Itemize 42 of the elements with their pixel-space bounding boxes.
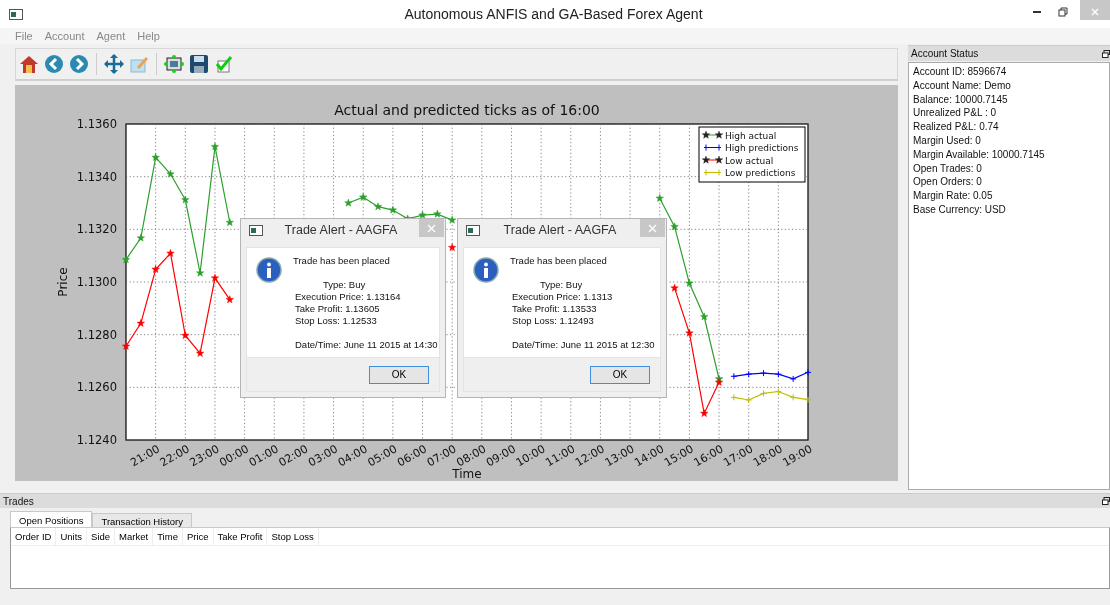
dialog-title: Trade Alert - AAGFA xyxy=(502,222,618,237)
detail-text: Execution Price: 1.13164 xyxy=(294,291,402,303)
dock-title: Account Status xyxy=(911,48,979,59)
legend-label: High predictions xyxy=(725,143,799,153)
y-tick-label: 1.1300 xyxy=(76,275,117,289)
y-tick-label: 1.1240 xyxy=(76,433,117,447)
account-info-text: Open Trades: 0 xyxy=(913,161,983,176)
account-info-text: Realized P&L: 0.74 xyxy=(913,120,1000,134)
chart-title: Actual and predicted ticks as of 16:00 xyxy=(334,102,600,118)
legend-label: Low actual xyxy=(725,155,774,166)
legend-label: High actual xyxy=(725,130,777,141)
detail-text: Type: Buy xyxy=(539,279,584,291)
dialog-title: Trade Alert - AAGFA xyxy=(283,222,399,237)
detail-text: Type: Buy xyxy=(322,279,367,291)
legend-label: Low predictions xyxy=(725,168,796,178)
window-title: Autonomous ANFIS and GA-Based Forex Agent xyxy=(403,6,704,22)
y-tick-label: 1.1320 xyxy=(76,222,117,237)
account-info-text: Account ID: 8596674 xyxy=(913,65,1008,79)
account-info-text: Balance: 10000.7145 xyxy=(913,92,1009,107)
account-info-text: Account Name: Demo xyxy=(913,78,1012,93)
account-info-text: Unrealized P&L : 0 xyxy=(913,106,997,121)
message-text: Trade has been placed xyxy=(293,255,391,267)
y-tick-label: 1.1260 xyxy=(76,380,117,395)
detail-text: Stop Loss: 1.12493 xyxy=(511,315,595,327)
account-info-text: Margin Rate: 0.05 xyxy=(913,189,994,203)
account-info-text: Open Orders: 0 xyxy=(913,175,983,190)
message-text: Trade has been placed xyxy=(510,255,608,267)
axis-label: Price xyxy=(56,267,70,297)
detail-text: Take Profit: 1.13605 xyxy=(294,303,381,315)
detail-text: Take Profit: 1.13533 xyxy=(511,303,598,315)
y-tick-label: 1.1340 xyxy=(76,169,117,184)
detail-text: Date/Time: June 11 2015 at 12:30 xyxy=(511,339,655,351)
detail-text: Execution Price: 1.1313 xyxy=(511,291,614,303)
account-info-text: Margin Available: 10000.7145 xyxy=(913,147,1046,162)
y-tick-label: 1.1360 xyxy=(76,117,117,131)
account-info-text: Base Currency: USD xyxy=(913,202,1007,217)
detail-text: Date/Time: June 11 2015 at 14:30 xyxy=(294,339,438,351)
dock-title: Trades xyxy=(3,495,34,507)
detail-text: Stop Loss: 1.12533 xyxy=(294,315,378,327)
account-info-text: Margin Used: 0 xyxy=(913,134,982,148)
axis-label: Time xyxy=(452,467,482,481)
y-tick-label: 1.1280 xyxy=(76,327,117,342)
